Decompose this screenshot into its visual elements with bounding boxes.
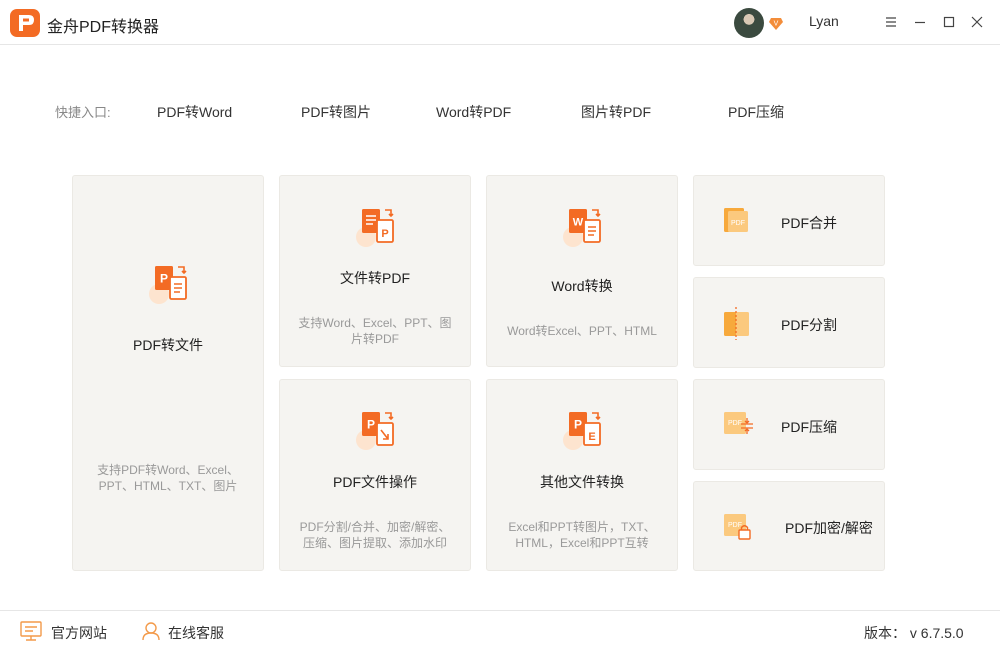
user-avatar[interactable] — [734, 8, 764, 38]
card-other-convert-title: 其他文件转换 — [540, 474, 624, 490]
card-file-to-pdf-title: 文件转PDF — [340, 270, 410, 286]
svg-text:W: W — [573, 217, 584, 229]
card-pdf-to-file-desc: 支持PDF转Word、Excel、PPT、HTML、TXT、图片 — [97, 463, 239, 493]
pdf-merge-icon: PDF — [724, 208, 748, 232]
card-file-to-pdf[interactable]: P 文件转PDF 支持Word、Excel、PPT、图片转PDF — [279, 175, 471, 367]
svg-text:PDF: PDF — [728, 420, 742, 427]
word-convert-icon: W — [563, 209, 601, 247]
minimize-icon[interactable] — [911, 13, 929, 31]
monitor-icon[interactable] — [20, 621, 42, 641]
card-pdf-split-title: PDF分割 — [781, 317, 837, 333]
card-pdf-merge[interactable]: PDF PDF合并 — [693, 175, 885, 266]
card-pdf-split[interactable]: PDF分割 — [693, 277, 885, 368]
menu-icon[interactable] — [882, 13, 900, 31]
quick-word-to-pdf[interactable]: Word转PDF — [436, 102, 511, 122]
card-pdf-to-file-title: PDF转文件 — [133, 337, 203, 353]
other-convert-icon: P E — [563, 412, 601, 450]
version-label: 版本： v 6.7.5.0 — [864, 625, 964, 641]
svg-text:PDF: PDF — [731, 220, 745, 227]
card-word-convert[interactable]: W Word转换 Word转Excel、PPT、HTML — [486, 175, 678, 367]
svg-text:V: V — [774, 21, 779, 28]
card-pdf-merge-title: PDF合并 — [781, 215, 837, 231]
svg-text:P: P — [574, 418, 582, 432]
footer-bar: 官方网站 在线客服 版本： v 6.7.5.0 — [0, 610, 1000, 650]
quick-pdf-to-image[interactable]: PDF转图片 — [301, 102, 371, 122]
pdf-encrypt-icon: PDF — [724, 514, 751, 540]
card-other-convert-desc: Excel和PPT转图片，TXT、HTML，Excel和PPT互转 — [508, 520, 656, 550]
close-icon[interactable] — [968, 13, 986, 31]
card-pdf-encrypt[interactable]: PDF PDF加密/解密 — [693, 481, 885, 571]
vip-badge-icon[interactable]: V — [768, 15, 784, 31]
svg-text:E: E — [588, 431, 595, 443]
quick-entry-label: 快捷入口: — [55, 105, 111, 120]
svg-text:PDF: PDF — [728, 522, 742, 529]
card-pdf-to-file[interactable]: P PDF转文件 支持PDF转Word、Excel、PPT、HTML、TXT、图… — [72, 175, 264, 571]
card-file-to-pdf-desc: 支持Word、Excel、PPT、图片转PDF — [298, 316, 452, 346]
card-pdf-operations-desc: PDF分割/合并、加密/解密、压缩、图片提取、添加水印 — [299, 520, 451, 550]
card-pdf-compress[interactable]: PDF PDF压缩 — [693, 379, 885, 470]
card-pdf-compress-title: PDF压缩 — [781, 419, 837, 435]
quick-image-to-pdf[interactable]: 图片转PDF — [581, 102, 651, 122]
official-site-link[interactable]: 官方网站 — [51, 623, 107, 643]
quick-pdf-compress[interactable]: PDF压缩 — [728, 102, 784, 122]
username[interactable]: Lyan — [809, 13, 839, 29]
pdf-compress-icon: PDF — [724, 412, 753, 434]
pdf-split-icon — [724, 307, 749, 340]
app-logo-icon — [10, 9, 40, 37]
card-pdf-operations-title: PDF文件操作 — [333, 474, 417, 490]
quick-pdf-to-word[interactable]: PDF转Word — [157, 102, 232, 122]
card-pdf-encrypt-title: PDF加密/解密 — [785, 520, 873, 536]
card-other-convert[interactable]: P E 其他文件转换 Excel和PPT转图片，TXT、HTML，Excel和P… — [486, 379, 678, 571]
online-service-link[interactable]: 在线客服 — [168, 623, 224, 643]
maximize-icon[interactable] — [940, 13, 958, 31]
pdf-operations-icon: P — [356, 412, 394, 450]
pdf-to-file-icon: P — [149, 266, 187, 304]
card-word-convert-title: Word转换 — [551, 278, 613, 294]
card-pdf-operations[interactable]: P PDF文件操作 PDF分割/合并、加密/解密、压缩、图片提取、添加水印 — [279, 379, 471, 571]
svg-text:P: P — [367, 418, 375, 432]
app-title: 金舟PDF转换器 — [47, 19, 160, 36]
title-bar: 金舟PDF转换器 V Lyan — [0, 0, 1000, 45]
card-word-convert-desc: Word转Excel、PPT、HTML — [507, 324, 657, 338]
svg-text:P: P — [381, 228, 388, 240]
customer-service-icon[interactable] — [141, 621, 161, 641]
svg-text:P: P — [160, 272, 168, 286]
file-to-pdf-icon: P — [356, 209, 394, 247]
